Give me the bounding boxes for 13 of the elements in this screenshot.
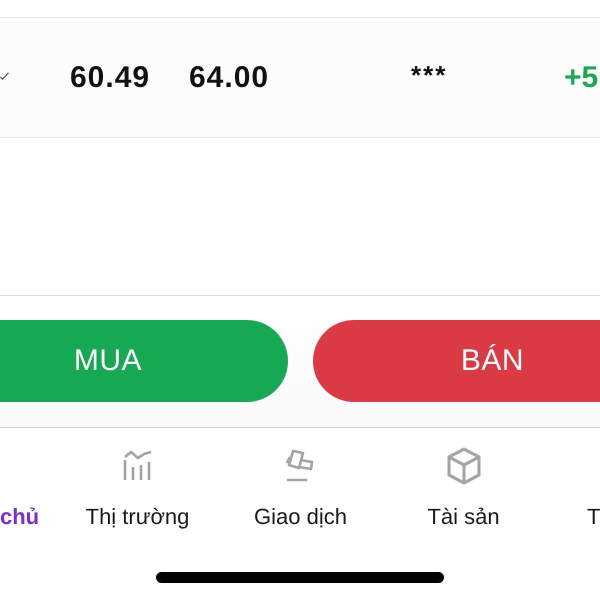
price-value: 60.49 — [70, 62, 150, 92]
sell-button[interactable]: BÁN — [313, 320, 600, 402]
nav-tab[interactable]: chủ — [0, 504, 40, 530]
price-value: 64.00 — [189, 62, 270, 92]
nav-tab[interactable]: Tài sản — [427, 504, 500, 530]
change-value: +5 — [564, 62, 598, 92]
nav-tab[interactable]: T — [587, 504, 600, 530]
check-icon — [0, 72, 9, 80]
masked-value: *** — [411, 62, 448, 88]
chart-icon — [122, 450, 154, 482]
nav-tab[interactable]: Thị trường — [86, 504, 190, 530]
nav-tab[interactable]: Giao dịch — [254, 504, 347, 530]
cube-icon — [446, 447, 482, 485]
